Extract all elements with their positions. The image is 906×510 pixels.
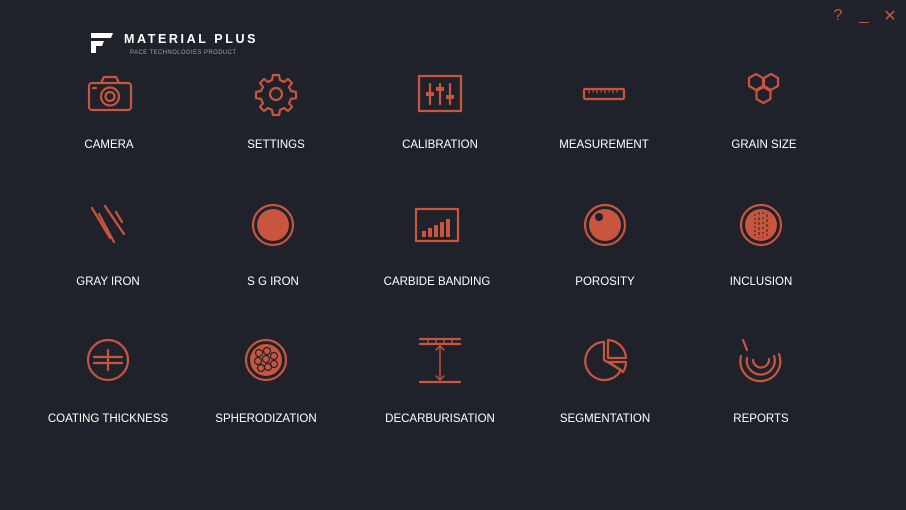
tile-label: SEGMENTATION (559, 413, 651, 425)
tile-label: POROSITY (575, 276, 635, 288)
tile-porosity[interactable]: POROSITY (530, 198, 680, 308)
tile-label: INCLUSION (729, 276, 793, 288)
help-button[interactable]: ? (828, 6, 848, 26)
tile-label: CAMERA (84, 139, 134, 151)
sliders-icon (417, 74, 463, 113)
tile-label: MEASUREMENT (559, 139, 649, 151)
gear-icon (254, 73, 298, 117)
tile-label: SPHERODIZATION (215, 413, 317, 425)
tile-camera[interactable]: CAMERA (34, 66, 184, 176)
tile-spherodization[interactable]: SPHERODIZATION (191, 332, 341, 442)
tile-label: CALIBRATION (402, 139, 478, 151)
tile-coating-thickness[interactable]: COATING THICKNESS (33, 332, 183, 442)
crosshair-circle-icon (86, 338, 130, 382)
tile-calibration[interactable]: CALIBRATION (365, 66, 515, 176)
tile-settings[interactable]: SETTINGS (201, 66, 351, 176)
camera-icon (87, 75, 133, 112)
circle-with-dot-icon (583, 203, 627, 247)
tile-label: GRAIN SIZE (731, 139, 797, 151)
tile-decarburisation[interactable]: DECARBURISATION (365, 332, 515, 442)
brand-subtitle: PACE TECHNOLOGIES PRODUCT (130, 50, 237, 56)
tile-measurement[interactable]: MEASUREMENT (529, 66, 679, 176)
tile-carbide-banding[interactable]: CARBIDE BANDING (362, 198, 512, 308)
flakes-icon (90, 204, 126, 244)
filled-circle-icon (251, 203, 295, 247)
window-controls: ? _ ✕ (828, 6, 900, 26)
bar-chart-icon (414, 207, 460, 243)
pie-icon (584, 338, 628, 382)
tile-sg-iron[interactable]: S G IRON (198, 198, 348, 308)
tile-gray-iron[interactable]: GRAY IRON (33, 198, 183, 308)
tile-reports[interactable]: REPORTS (686, 332, 836, 442)
tile-segmentation[interactable]: SEGMENTATION (530, 332, 680, 442)
tile-label: COATING THICKNESS (47, 413, 169, 425)
tile-label: CARBIDE BANDING (383, 276, 491, 288)
striped-circle-icon (739, 203, 783, 247)
arcs-icon (739, 338, 782, 383)
tile-label: REPORTS (733, 413, 789, 425)
app-window: ? _ ✕ MATERIAL PLUS PACE TECHNOLOGIES PR… (0, 0, 906, 510)
tile-grain-size[interactable]: GRAIN SIZE (689, 66, 839, 176)
brand-title: MATERIAL PLUS (124, 32, 259, 46)
tile-inclusion[interactable]: INCLUSION (686, 198, 836, 308)
depth-arrow-icon (418, 337, 462, 384)
minimize-button[interactable]: _ (854, 6, 874, 26)
tile-label: SETTINGS (247, 139, 305, 151)
tile-label: GRAY IRON (76, 276, 140, 288)
brand: MATERIAL PLUS PACE TECHNOLOGIES PRODUCT (90, 32, 258, 56)
tile-label: DECARBURISATION (385, 413, 495, 425)
ruler-icon (582, 87, 626, 101)
brand-logo-icon (91, 33, 113, 53)
hexagons-icon (747, 72, 780, 105)
close-button[interactable]: ✕ (880, 6, 900, 26)
cells-circle-icon (244, 338, 288, 382)
tile-label: S G IRON (247, 276, 299, 288)
